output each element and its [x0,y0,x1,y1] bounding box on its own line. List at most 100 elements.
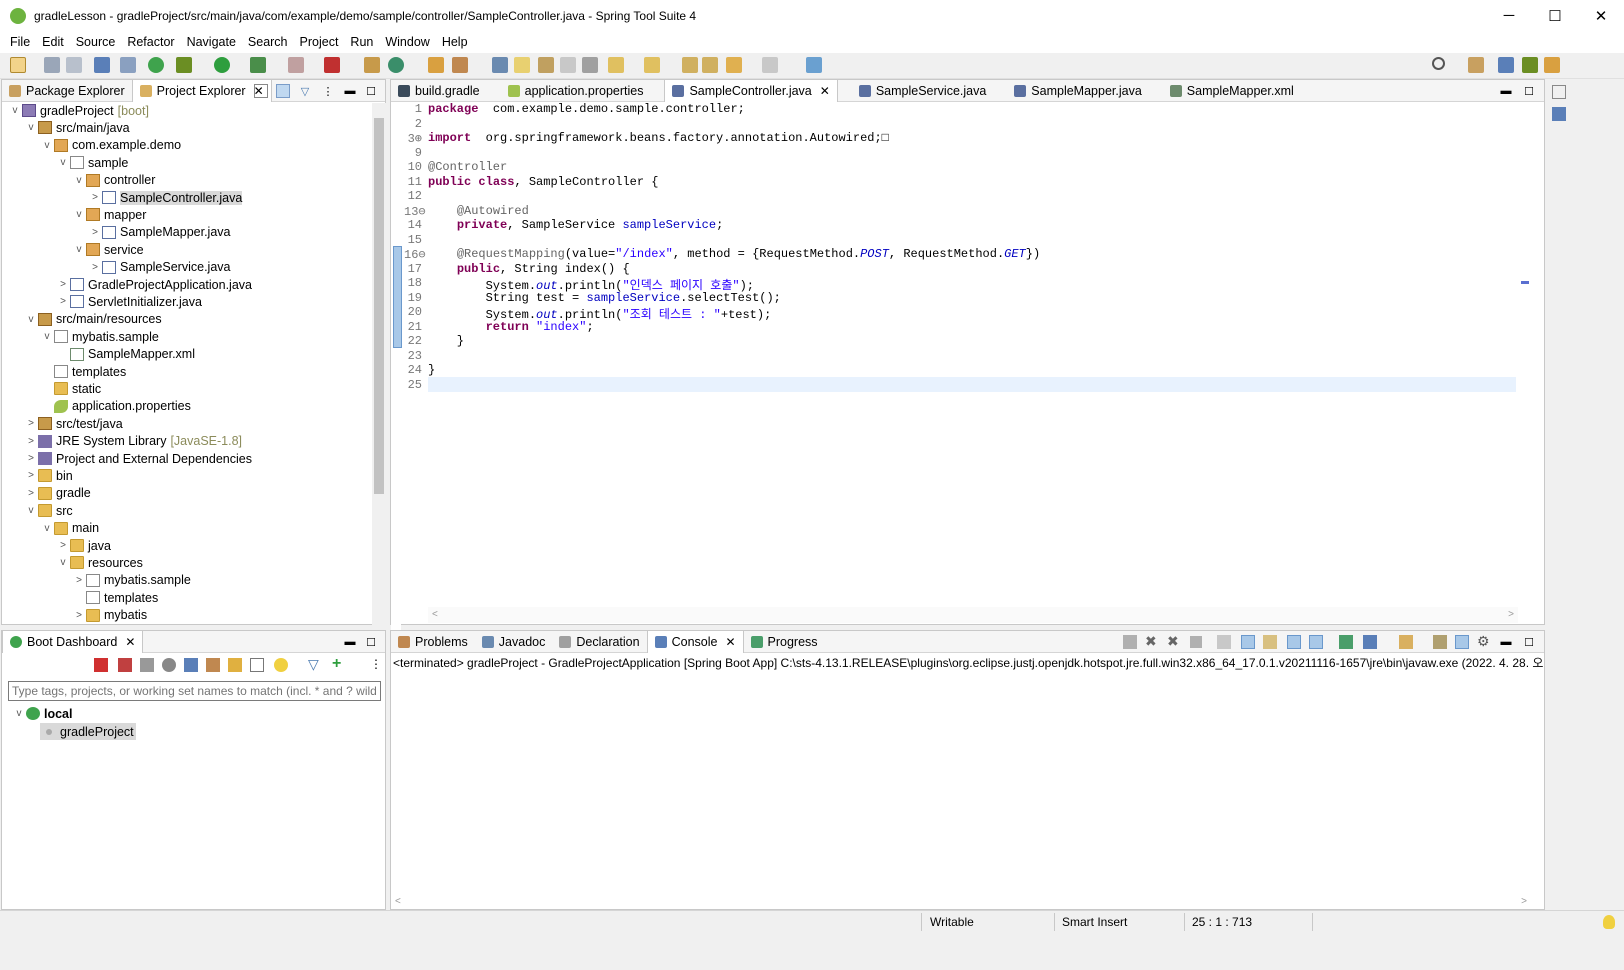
remove-launch-icon[interactable]: ✖ [1145,633,1157,650]
restart-debug-icon[interactable] [118,658,132,672]
chevron-right-icon[interactable]: > [72,610,86,621]
chevron-down-icon[interactable]: v [40,140,54,151]
tree-item[interactable]: v src/main/resources [24,311,162,328]
tree-item[interactable]: v controller [72,172,156,189]
code-line[interactable]: } [428,334,464,348]
add-icon[interactable]: + [332,655,341,673]
debug-perspective-icon[interactable] [1522,57,1538,73]
forward-history-icon[interactable] [702,57,718,73]
chevron-right-icon[interactable]: > [56,279,70,290]
outline-icon[interactable] [1552,107,1566,121]
tree-item[interactable]: > JRE System Library [JavaSE-1.8] [24,433,242,450]
collapse-all-icon[interactable] [254,84,268,98]
tab-javadoc[interactable]: Javadoc [475,631,553,653]
java-perspective-icon[interactable] [1498,57,1514,73]
minimize-button[interactable]: ─ [1486,0,1532,31]
tab-boot-dashboard[interactable]: Boot Dashboard ✕ [2,630,144,653]
word-wrap-console-icon[interactable] [1263,635,1277,649]
menu-edit[interactable]: Edit [36,35,70,49]
tree-item[interactable]: v src [24,502,73,519]
new-icon[interactable] [10,57,26,73]
close-button[interactable]: ✕ [1578,0,1624,31]
chevron-down-icon[interactable]: v [72,175,86,186]
tree-item[interactable]: static [40,380,101,397]
display-console-icon[interactable] [1363,635,1377,649]
tree-item[interactable]: SampleMapper.xml [56,346,195,363]
scroll-right-icon[interactable]: > [1508,609,1514,621]
chevron-down-icon[interactable]: v [40,331,54,342]
whitespace-icon[interactable] [582,57,598,73]
chevron-right-icon[interactable]: > [24,436,38,447]
console-output[interactable] [391,671,1544,894]
stop-app-icon[interactable] [140,658,154,672]
tree-item[interactable]: v service [72,241,144,258]
tree-item[interactable]: v gradleProject [boot] [8,102,149,119]
link-editor-icon[interactable] [276,84,290,98]
menu-window[interactable]: Window [379,35,435,49]
new-class-icon[interactable] [388,57,404,73]
terminal-icon[interactable] [94,57,110,73]
chevron-down-icon[interactable]: v [24,122,38,133]
console-settings-icon[interactable] [1433,635,1447,649]
tab-project-explorer[interactable]: Project Explorer ✕ [131,79,272,102]
code-line[interactable]: @Autowired [428,204,529,218]
code-line[interactable]: public, String index() { [428,262,630,276]
menu-help[interactable]: Help [436,35,474,49]
code-line[interactable]: private, SampleService sampleService; [428,218,723,232]
tree-item[interactable]: > Project and External Dependencies [24,450,252,467]
code-line[interactable]: String test = sampleService.selectTest()… [428,291,781,305]
maximize-view-icon[interactable]: ☐ [364,84,378,98]
gear-icon[interactable]: ⚙ [1477,633,1490,650]
scrollbar-thumb[interactable] [374,118,384,494]
chevron-right-icon[interactable]: > [56,296,70,307]
disconnect-icon[interactable] [1123,635,1137,649]
code-line[interactable]: import org.springframework.beans.factory… [428,131,889,145]
minimize-view-icon[interactable]: ▬ [1499,635,1513,649]
chevron-right-icon[interactable]: > [56,540,70,551]
save-icon[interactable] [44,57,60,73]
editor-tab[interactable]: application.properties [501,80,651,102]
new-java-project-icon[interactable] [364,57,380,73]
boot-project-node[interactable]: gradleProject [40,723,136,740]
tree-item[interactable]: > gradle [24,485,91,502]
clear-console-icon[interactable] [1217,635,1231,649]
view-menu-icon[interactable]: ⋮ [321,84,335,98]
restore-icon[interactable] [1552,85,1566,99]
tab-declaration[interactable]: Declaration [552,631,646,653]
tree-item[interactable]: > SampleMapper.java [88,224,230,241]
console-open-icon[interactable] [184,658,198,672]
editor-tab[interactable]: SampleController.java ✕ [664,79,838,102]
chevron-right-icon[interactable]: > [72,575,86,586]
tree-item[interactable]: > mybatis [72,607,147,624]
chevron-down-icon[interactable]: v [24,314,38,325]
console-hscrollbar[interactable]: < > [391,894,1531,910]
menu-refactor[interactable]: Refactor [121,35,180,49]
tree-item[interactable]: v mybatis.sample [40,328,159,345]
code-line[interactable]: return "index"; [428,320,594,334]
search-icon[interactable] [1432,57,1445,70]
chevron-down-icon[interactable]: v [72,244,86,255]
scroll-lock-icon[interactable] [1241,635,1255,649]
chevron-right-icon[interactable]: > [88,227,102,238]
save-all-icon[interactable] [66,57,82,73]
tab-progress[interactable]: Progress [744,631,825,653]
tab-problems[interactable]: Problems [391,631,475,653]
block-select-icon[interactable] [538,57,554,73]
tree-item[interactable]: v sample [56,154,129,171]
code-line[interactable]: package com.example.demo.sample.controll… [428,102,745,116]
minimize-view-icon[interactable]: ▬ [343,84,357,98]
tree-item[interactable]: > SampleService.java [88,259,230,276]
open-console-icon[interactable] [1399,635,1413,649]
chevron-right-icon[interactable]: > [88,192,102,203]
boot-local-node[interactable]: v local [12,705,73,722]
tree-item[interactable]: > src/test/java [24,415,123,432]
tree-item[interactable]: v resources [56,554,143,571]
link-icon[interactable] [206,658,220,672]
tree-item[interactable]: v main [40,520,100,537]
tree-item[interactable]: application.properties [40,398,191,415]
menu-source[interactable]: Source [70,35,122,49]
tree-item[interactable]: v mapper [72,206,147,223]
spring-perspective-icon[interactable] [1544,57,1560,73]
restart-icon[interactable] [94,658,108,672]
tree-item[interactable]: v com.example.demo [40,137,182,154]
